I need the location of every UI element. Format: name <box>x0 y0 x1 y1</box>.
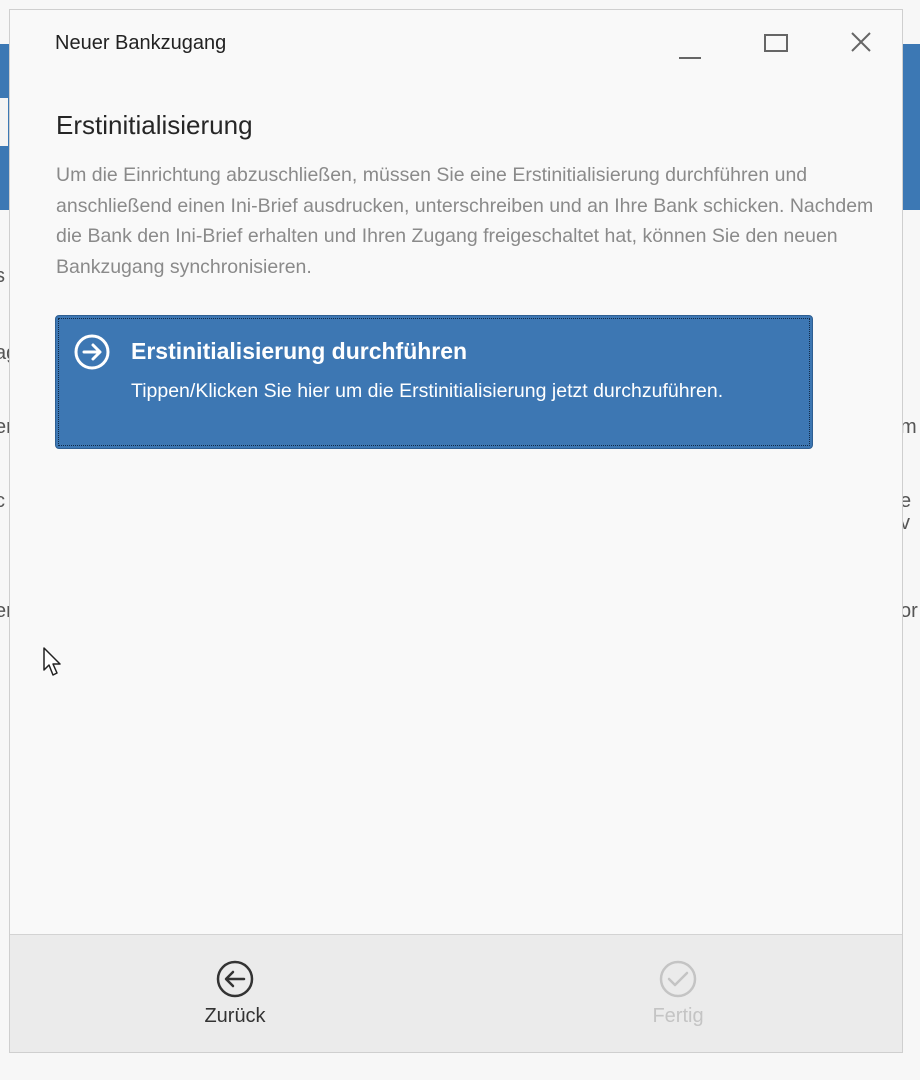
window-title: Neuer Bankzugang <box>55 32 227 54</box>
background-app-header-tab <box>0 98 8 146</box>
checkmark-circle-icon <box>659 960 697 998</box>
background-text-fragment: c <box>0 490 5 512</box>
finish-button-label: Fertig <box>652 1005 704 1027</box>
mouse-cursor-icon <box>43 647 61 676</box>
action-title: Erstinitialisierung durchführen <box>131 338 468 364</box>
perform-initialization-button[interactable]: Erstinitialisierung durchführen Tippen/K… <box>55 315 813 449</box>
background-text-fragment: e v <box>900 490 912 534</box>
background-text-fragment: er <box>0 600 9 622</box>
page-title: Erstinitialisierung <box>56 110 253 140</box>
background-text-fragment: s <box>0 265 5 287</box>
back-button[interactable]: Zurück <box>175 959 295 1035</box>
arrow-right-circle-icon <box>74 334 110 370</box>
finish-button[interactable]: Fertig <box>618 959 738 1035</box>
background-text-fragment: ag <box>0 342 9 364</box>
minimize-button[interactable] <box>666 22 712 62</box>
dialog-footer: Zurück Fertig <box>10 934 902 1052</box>
maximize-icon <box>764 34 788 52</box>
instruction-text: Um die Einrichtung abzuschließen, müssen… <box>56 164 874 278</box>
title-bar[interactable]: Neuer Bankzugang <box>10 10 902 74</box>
minimize-icon <box>679 57 701 59</box>
background-text-fragment: or <box>900 600 918 622</box>
new-bank-access-dialog: Neuer Bankzugang Erstinitialisierung Um … <box>9 9 903 1053</box>
back-button-label: Zurück <box>204 1005 266 1027</box>
action-subtitle: Tippen/Klicken Sie hier um die Erstiniti… <box>131 380 724 402</box>
close-icon <box>851 32 871 52</box>
arrow-left-circle-icon <box>216 960 254 998</box>
background-text-fragment: m <box>900 416 917 438</box>
close-button[interactable] <box>838 22 884 62</box>
background-text-fragment: er <box>0 416 9 438</box>
maximize-button[interactable] <box>752 22 798 62</box>
